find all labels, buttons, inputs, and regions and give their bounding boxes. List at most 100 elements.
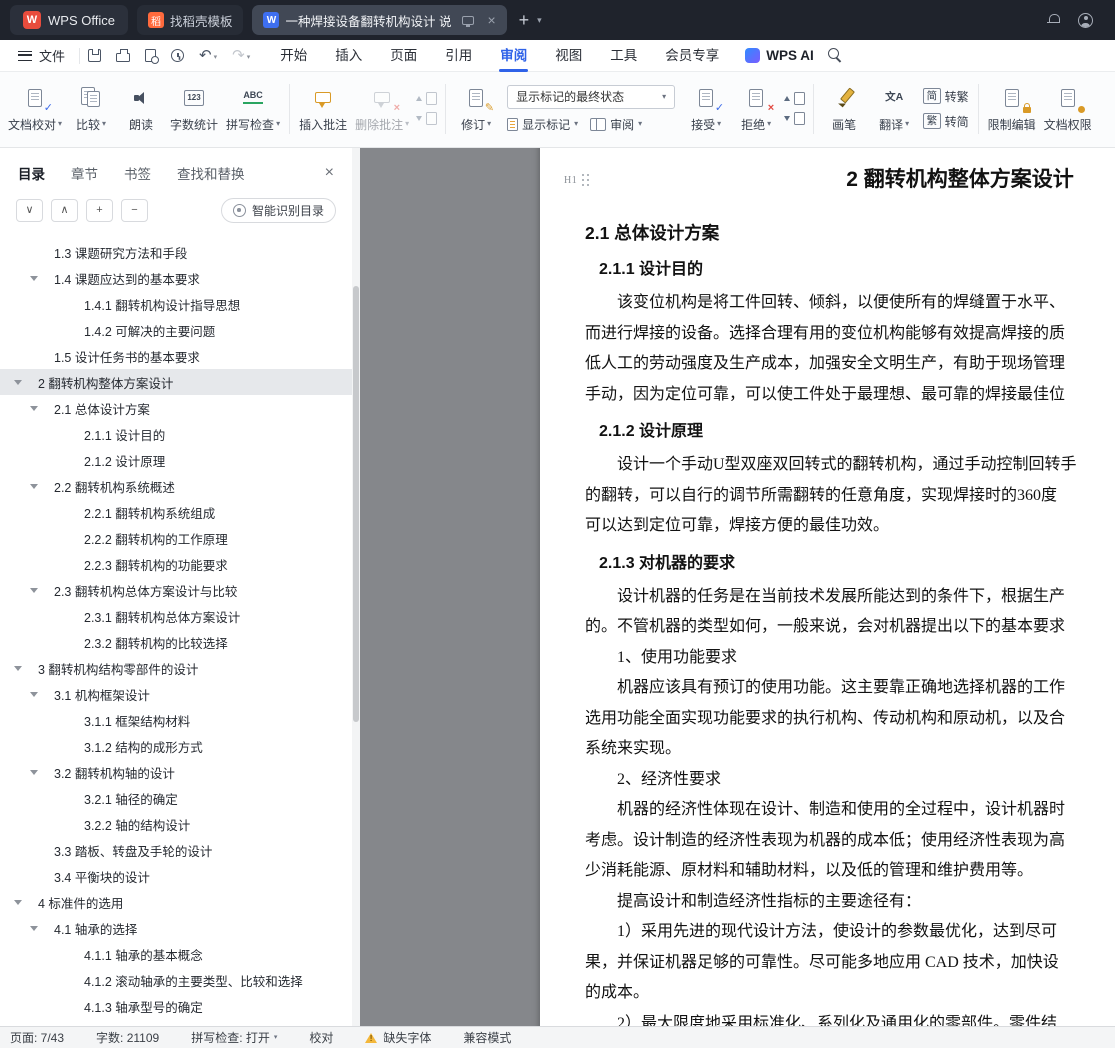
chevron-down-icon[interactable] [30, 275, 38, 281]
next-change-button[interactable] [784, 112, 806, 125]
chevron-down-icon[interactable] [14, 379, 22, 385]
ink-pen-button[interactable]: 画笔 [819, 78, 869, 140]
delete-comment-button[interactable]: × 删除批注 ▾ [351, 78, 413, 140]
tab-document-active[interactable]: W 一种焊接设备翻转机构设计 说 × [252, 5, 507, 35]
doc-proofread-button[interactable]: ✓ 文档校对 ▾ [4, 78, 66, 140]
sidebar-tab[interactable]: 章节 [71, 163, 98, 183]
toc-item[interactable]: 3.1 机构框架设计 [0, 681, 352, 707]
accept-change-button[interactable]: ✓ 接受 ▾ [681, 78, 731, 140]
simplified-to-traditional-button[interactable]: 简 转繁 [923, 88, 969, 105]
toc-item[interactable]: 2.3.1 翻转机构总体方案设计 [0, 603, 352, 629]
print-icon[interactable] [116, 49, 131, 62]
menu-tab[interactable]: 会员专享 [651, 40, 733, 72]
toc-item[interactable]: 3.3 踏板、转盘及手轮的设计 [0, 837, 352, 863]
toc-item[interactable]: 3 翻转机构结构零部件的设计 [0, 655, 352, 681]
chevron-down-icon[interactable] [30, 769, 38, 775]
toc-item[interactable]: 2.2.1 翻转机构系统组成 [0, 499, 352, 525]
toc-item[interactable]: 4.1.1 轴承的基本概念 [0, 941, 352, 967]
toc-item[interactable]: 2.2.3 翻转机构的功能要求 [0, 551, 352, 577]
chevron-down-icon[interactable]: ▾ [247, 52, 251, 63]
insert-comment-button[interactable]: 插入批注 [295, 78, 351, 140]
save-icon[interactable] [88, 49, 102, 62]
toc-item[interactable]: 4.1.2 滚动轴承的主要类型、比较和选择 [0, 967, 352, 993]
undo-button[interactable]: ↶ ▾ [199, 48, 217, 63]
proofread-status[interactable]: 校对 [309, 1029, 333, 1046]
show-markup-button[interactable]: 显示标记 ▾ [507, 116, 578, 133]
sidebar-tab[interactable]: 书签 [124, 163, 151, 183]
toc-item[interactable]: 2.2 翻转机构系统概述 [0, 473, 352, 499]
tab-docer-templates[interactable]: 稻 找稻壳模板 [136, 5, 244, 35]
spell-check-button[interactable]: ABC 拼写检查 ▾ [222, 78, 284, 140]
chevron-down-icon[interactable] [30, 587, 38, 593]
toc-item[interactable]: 3.4 平衡块的设计 [0, 863, 352, 889]
toc-item[interactable]: 3.2 翻转机构轴的设计 [0, 759, 352, 785]
toc-item[interactable]: 3.2.2 轴的结构设计 [0, 811, 352, 837]
spellcheck-status[interactable]: 拼写检查: 打开 ▾ [191, 1029, 277, 1046]
close-icon[interactable]: × [487, 13, 495, 27]
toc-item[interactable]: 3.2.1 轴径的确定 [0, 785, 352, 811]
zoom-out-level-button[interactable]: − [121, 199, 148, 222]
menu-tab[interactable]: 工具 [596, 40, 651, 72]
reject-change-button[interactable]: × 拒绝 ▾ [731, 78, 781, 140]
toc-item[interactable]: 2.2.2 翻转机构的工作原理 [0, 525, 352, 551]
toc-item[interactable]: 1.4 课题应达到的基本要求 [0, 265, 352, 291]
toc-item[interactable]: 2.1 总体设计方案 [0, 395, 352, 421]
heading-drag-handle[interactable]: H1 [564, 174, 590, 187]
sidebar-scrollbar[interactable] [352, 148, 360, 1026]
notifications-bell-icon[interactable] [1047, 13, 1060, 27]
toc-item[interactable]: 2.1.2 设计原理 [0, 447, 352, 473]
wps-ai-button[interactable]: WPS AI [745, 48, 814, 63]
toc-item[interactable]: 1.3 课题研究方法和手段 [0, 239, 352, 265]
expand-all-button[interactable]: ∨ [16, 199, 43, 222]
missing-fonts-warning[interactable]: 缺失字体 [365, 1029, 431, 1046]
new-tab-button[interactable]: + [519, 11, 530, 29]
doc-permission-button[interactable]: 文档权限 [1040, 78, 1096, 140]
toc-item[interactable]: 2.1.1 设计目的 [0, 421, 352, 447]
compatibility-mode-status[interactable]: 兼容模式 [463, 1029, 511, 1046]
restrict-editing-button[interactable]: 限制编辑 [984, 78, 1040, 140]
sidebar-tab[interactable]: 查找和替换 [177, 163, 245, 183]
review-pane-button[interactable]: 审阅 ▾ [590, 116, 642, 133]
translate-button[interactable]: 文A 翻译 ▾ [869, 78, 919, 140]
chevron-down-icon[interactable] [30, 483, 38, 489]
next-comment-button[interactable] [416, 112, 438, 125]
menu-tab[interactable]: 审阅 [486, 40, 541, 72]
chevron-down-icon[interactable]: ▾ [214, 52, 218, 63]
track-changes-button[interactable]: ✎ 修订 ▾ [451, 78, 501, 140]
chevron-down-icon[interactable] [30, 405, 38, 411]
toc-item[interactable]: 3.1.1 框架结构材料 [0, 707, 352, 733]
read-aloud-button[interactable]: 朗读 [116, 78, 166, 140]
file-menu-button[interactable]: 文件 [12, 46, 71, 65]
toc-item[interactable]: 1.5 设计任务书的基本要求 [0, 343, 352, 369]
menu-tab[interactable]: 引用 [431, 40, 486, 72]
toc-item[interactable]: 2.3.2 翻转机构的比较选择 [0, 629, 352, 655]
previous-change-button[interactable] [784, 92, 806, 105]
zoom-in-level-button[interactable]: + [86, 199, 113, 222]
scrollbar-thumb[interactable] [353, 286, 359, 722]
history-icon[interactable] [171, 49, 185, 62]
smart-toc-button[interactable]: 智能识别目录 [220, 198, 336, 223]
word-count-status[interactable]: 字数: 21109 [96, 1029, 159, 1046]
sidebar-tab[interactable]: 目录 [18, 163, 45, 183]
chevron-down-icon[interactable] [14, 899, 22, 905]
document-page[interactable]: H1 2 翻转机构整体方案设计 2.1 总体设计方案 2.1.1 设计目的 该变位机构… [540, 148, 1115, 1026]
chevron-down-icon[interactable] [30, 925, 38, 931]
toc-item[interactable]: 4 标准件的选用 [0, 889, 352, 915]
toc-item[interactable]: 4.1.3 轴承型号的确定 [0, 993, 352, 1019]
print-preview-icon[interactable] [145, 49, 160, 64]
sidebar-close-icon[interactable]: × [325, 165, 334, 181]
previous-comment-button[interactable] [416, 92, 438, 105]
menu-tab[interactable]: 插入 [321, 40, 376, 72]
toc-item[interactable]: 3.1.2 结构的成形方式 [0, 733, 352, 759]
toc-item[interactable]: 2.3 翻转机构总体方案设计与比较 [0, 577, 352, 603]
page-number-status[interactable]: 页面: 7/43 [10, 1029, 64, 1046]
word-count-button[interactable]: 123 字数统计 [166, 78, 222, 140]
tab-list-chevron-icon[interactable]: ▾ [537, 15, 542, 26]
toc-item[interactable]: 1.4.2 可解决的主要问题 [0, 317, 352, 343]
menu-tab[interactable]: 开始 [266, 40, 321, 72]
wps-office-home-tab[interactable]: W WPS Office [10, 5, 128, 35]
traditional-to-simplified-button[interactable]: 繁 转简 [923, 113, 969, 130]
compare-button[interactable]: 比较 ▾ [66, 78, 116, 140]
menu-tab[interactable]: 页面 [376, 40, 431, 72]
redo-button[interactable]: ↷ ▾ [232, 48, 250, 63]
